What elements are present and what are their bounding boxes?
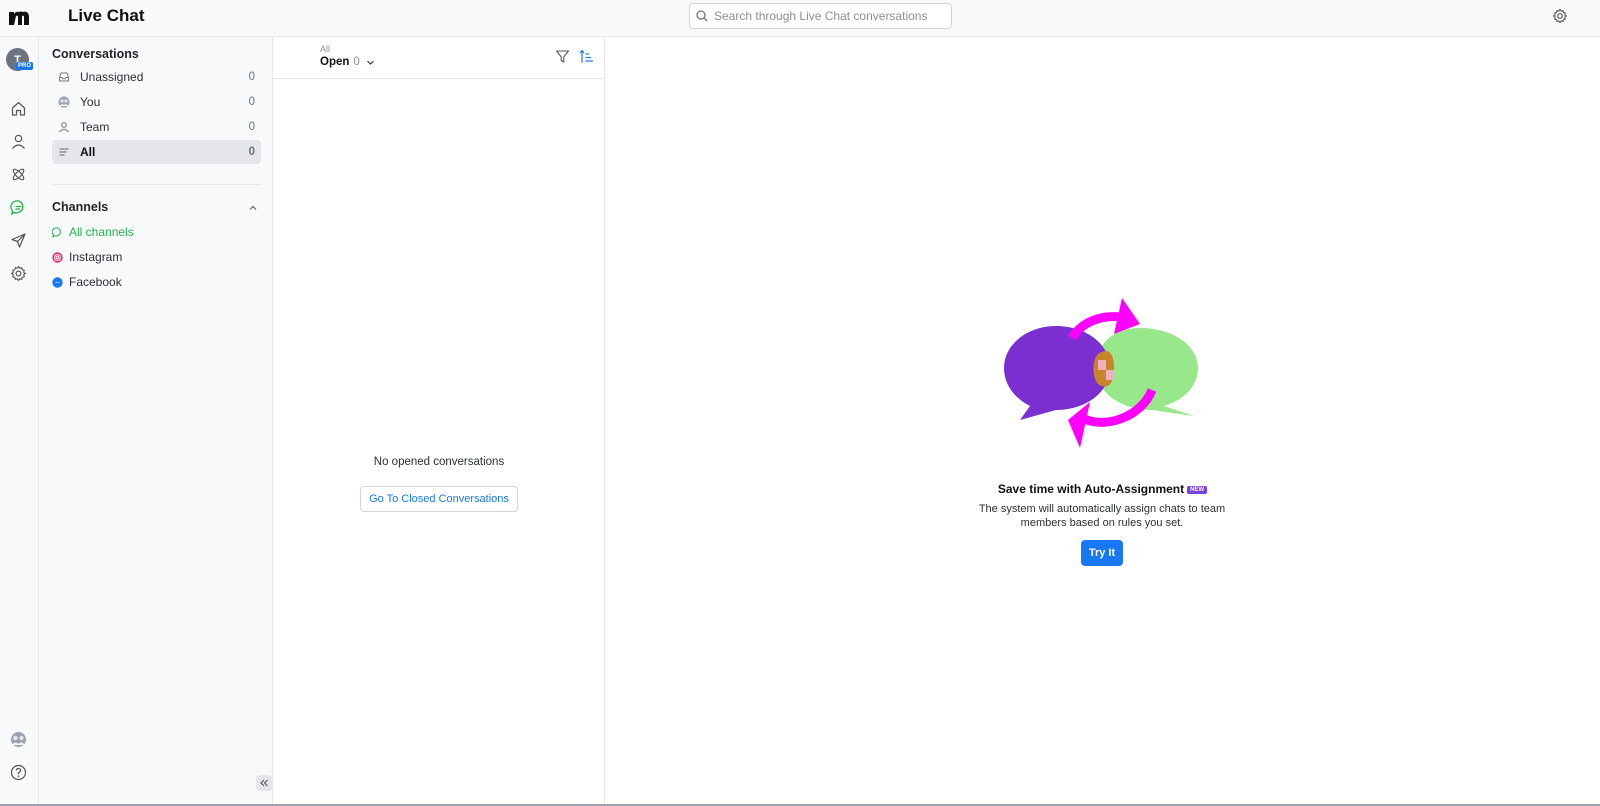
pro-badge: PRO bbox=[16, 62, 34, 70]
channels-heading: Channels bbox=[52, 200, 109, 214]
sidebar-item-all[interactable]: All 0 bbox=[52, 140, 261, 164]
collapse-sidebar-button[interactable] bbox=[256, 775, 272, 791]
double-chevron-left-icon bbox=[260, 779, 268, 787]
channel-label: Facebook bbox=[69, 275, 122, 289]
home-icon[interactable] bbox=[10, 100, 27, 117]
user-avatar-icon bbox=[58, 96, 70, 108]
scope-label: All bbox=[320, 44, 331, 54]
app-title: Live Chat bbox=[68, 6, 145, 25]
sidebar-item-count: 0 bbox=[248, 146, 255, 158]
channel-label: All channels bbox=[69, 225, 134, 239]
sidebar-item-count: 0 bbox=[248, 71, 255, 83]
settings-icon[interactable] bbox=[10, 265, 27, 282]
search-box[interactable] bbox=[689, 3, 952, 29]
sidebar-item-unassigned[interactable]: Unassigned 0 bbox=[52, 65, 261, 89]
promo-title: Save time with Auto-Assignment NEW bbox=[605, 482, 1600, 496]
chevron-down-icon bbox=[366, 60, 374, 65]
list-header: All Open 0 bbox=[273, 37, 605, 79]
new-badge: NEW bbox=[1187, 486, 1208, 494]
auto-assignment-illustration bbox=[1004, 298, 1198, 448]
sidebar-divider bbox=[52, 184, 261, 185]
sort-icon[interactable] bbox=[579, 49, 594, 64]
conversations-sidebar: Conversations Unassigned 0 You 0 Team 0 … bbox=[39, 37, 273, 806]
promo-description: The system will automatically assign cha… bbox=[978, 503, 1226, 529]
promo-title-text: Save time with Auto-Assignment bbox=[997, 482, 1185, 496]
sidebar-item-label: You bbox=[80, 95, 101, 109]
sidebar-item-count: 0 bbox=[248, 96, 255, 108]
status-dropdown[interactable]: Open 0 bbox=[320, 56, 375, 68]
empty-state-text: No opened conversations bbox=[373, 456, 505, 468]
sidebar-item-you[interactable]: You 0 bbox=[52, 90, 261, 114]
broadcast-icon[interactable] bbox=[10, 232, 27, 249]
status-label: Open bbox=[320, 56, 350, 68]
conversation-list-panel: All Open 0 No opened conversations Go To… bbox=[273, 37, 605, 806]
live-chat-icon[interactable] bbox=[10, 199, 27, 216]
conversations-heading: Conversations bbox=[52, 47, 139, 61]
messenger-icon bbox=[52, 276, 63, 288]
team-avatars-icon[interactable] bbox=[10, 731, 27, 748]
channel-item-facebook[interactable]: Facebook bbox=[52, 271, 122, 293]
sidebar-item-label: Team bbox=[80, 120, 110, 134]
channel-label: Instagram bbox=[69, 250, 123, 264]
chevron-up-icon[interactable] bbox=[248, 203, 258, 213]
search-icon bbox=[696, 10, 708, 22]
instagram-icon bbox=[52, 251, 63, 263]
sidebar-item-label: All bbox=[80, 145, 96, 159]
try-it-button[interactable]: Try It bbox=[1081, 540, 1123, 566]
channel-item-all-channels[interactable]: All channels bbox=[52, 221, 134, 243]
top-header: Live Chat bbox=[0, 0, 1600, 37]
sidebar-item-team[interactable]: Team 0 bbox=[52, 115, 261, 139]
user-icon bbox=[58, 121, 70, 133]
channel-item-instagram[interactable]: Instagram bbox=[52, 246, 122, 268]
main-content: Save time with Auto-Assignment NEW The sy… bbox=[605, 37, 1600, 806]
contacts-icon[interactable] bbox=[10, 133, 27, 150]
list-icon bbox=[58, 146, 70, 158]
sidebar-item-count: 0 bbox=[248, 121, 255, 133]
sidebar-item-label: Unassigned bbox=[80, 70, 144, 84]
inbox-icon bbox=[58, 71, 70, 83]
chat-bubbles-icon bbox=[52, 226, 61, 238]
brand-logo-icon[interactable] bbox=[7, 6, 31, 30]
status-count: 0 bbox=[353, 56, 360, 68]
help-icon[interactable] bbox=[10, 764, 27, 781]
integrations-icon[interactable] bbox=[10, 166, 27, 183]
filter-icon[interactable] bbox=[555, 49, 570, 64]
go-to-closed-conversations-button[interactable]: Go To Closed Conversations bbox=[360, 486, 518, 512]
search-input[interactable] bbox=[714, 9, 934, 23]
gear-icon[interactable] bbox=[1552, 8, 1568, 24]
icon-rail: T PRO bbox=[0, 37, 39, 806]
